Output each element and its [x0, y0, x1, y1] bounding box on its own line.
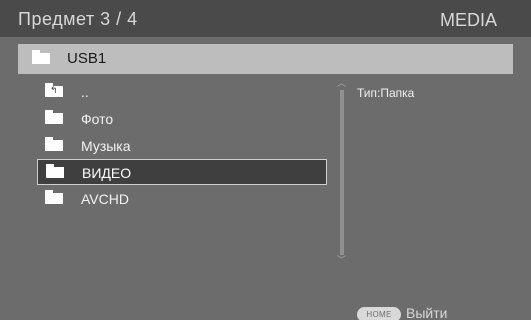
folder-icon [45, 110, 63, 124]
item-counter: Предмет 3 / 4 [18, 9, 138, 29]
chevron-down-icon[interactable]: ﹀ [337, 257, 347, 266]
path-label: USB1 [67, 50, 107, 67]
type-info-text: Тип:Папка [357, 86, 415, 100]
list-item-photo[interactable]: Фото [37, 106, 327, 132]
list-item-parent[interactable]: ↰ .. [37, 79, 327, 105]
folder-up-icon: ↰ [45, 83, 63, 97]
home-button[interactable]: HOME [357, 307, 401, 320]
list-item-video[interactable]: ВИДЕО [37, 159, 327, 185]
list-item-label: .. [81, 84, 89, 100]
page-title: MEDIA [439, 10, 497, 30]
list-item-label: Фото [81, 111, 114, 127]
folder-icon [32, 50, 50, 64]
folder-icon [45, 190, 63, 204]
home-button-label: HOME [366, 310, 392, 319]
folder-icon [45, 137, 63, 151]
header-bar: Предмет 3 / 4 MEDIA [0, 0, 531, 37]
list-item-label: ВИДЕО [82, 165, 132, 181]
media-browser-screen: Предмет 3 / 4 MEDIA USB1 ↰ .. Фото Музык… [0, 0, 531, 320]
scrollbar-track[interactable] [340, 90, 344, 255]
folder-icon [46, 164, 64, 178]
list-item-music[interactable]: Музыка [37, 133, 327, 159]
path-bar: USB1 [18, 44, 513, 74]
exit-label: Выйти [406, 305, 448, 320]
chevron-up-icon[interactable]: ︿ [337, 80, 347, 89]
list-item-label: Музыка [81, 138, 131, 154]
list-item-avchd[interactable]: AVCHD [37, 186, 327, 212]
list-item-label: AVCHD [81, 191, 129, 207]
